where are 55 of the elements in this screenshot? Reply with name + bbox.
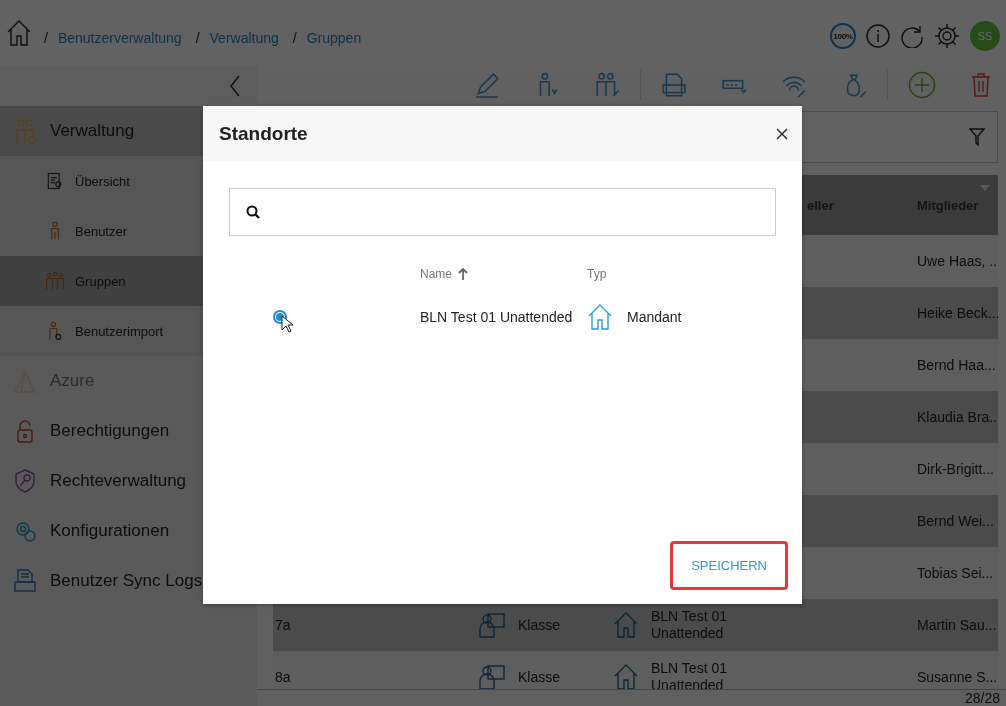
home-icon	[6, 19, 32, 47]
column-header[interactable]: Typ	[587, 267, 607, 281]
cursor-icon	[281, 315, 293, 333]
user-avatar[interactable]: SS	[970, 21, 1000, 51]
row-count: 28/28	[964, 690, 1000, 706]
refresh-icon[interactable]	[900, 24, 924, 48]
breadcrumb-separator: /	[195, 30, 200, 46]
table-cell-text: Martin Sau...	[916, 617, 998, 633]
save-button[interactable]: SPEICHERN	[670, 541, 788, 590]
search-field[interactable]	[229, 188, 776, 236]
search-icon	[246, 205, 260, 219]
add-icon[interactable]	[908, 70, 936, 99]
sidebar-section[interactable]: Konfigurationen	[0, 506, 257, 556]
table-cell: BLN Test 01 Unattended	[420, 309, 573, 325]
table-cell-text: 8a	[274, 669, 292, 685]
table-cell: Mandant	[627, 309, 682, 325]
info-icon[interactable]	[866, 24, 890, 48]
house-icon	[613, 663, 639, 689]
people-edit-icon[interactable]	[594, 71, 620, 98]
table-row[interactable]: 7a Klasse BLN Test 01 Unattended Martin Sau...	[273, 599, 998, 651]
shield-key-icon	[12, 468, 38, 494]
sidebar-section[interactable]: Rechteverwaltung	[0, 456, 257, 506]
table-cell: Klasse	[518, 617, 561, 633]
chevron-left-icon[interactable]	[229, 75, 241, 97]
table-cell: Klasse	[518, 669, 561, 685]
table-cell-text: Bernd Haa...	[916, 357, 997, 373]
breadcrumb-link[interactable]: Gruppen	[306, 30, 362, 46]
table-cell-text: Uwe Haas, ...	[916, 253, 998, 269]
filter-icon[interactable]	[969, 128, 985, 146]
close-icon[interactable]	[776, 128, 788, 140]
trash-icon[interactable]	[970, 71, 992, 98]
table-cell-text: BLN Test 01 Unattended	[651, 608, 728, 642]
pencil-icon[interactable]	[474, 71, 500, 98]
caret-icon[interactable]	[980, 185, 990, 191]
table-cell-text: Klaudia Bra...	[916, 409, 998, 425]
table-cell-text: Bernd Wei...	[916, 513, 995, 529]
house-icon	[613, 611, 639, 639]
teacher-board-icon	[478, 664, 506, 689]
table-cell-text: Tobias Sei...	[916, 565, 995, 581]
breadcrumb-link[interactable]: Verwaltung	[209, 30, 279, 46]
breadcrumb-separator: /	[292, 30, 297, 46]
sort-arrow-icon[interactable]	[458, 268, 468, 280]
table-cell-text: 7a	[274, 617, 292, 633]
teacher-board-icon	[478, 612, 506, 638]
settings-icon[interactable]	[934, 23, 960, 49]
table-cell-text: Dirk-Brigitt...	[916, 461, 995, 477]
table-cell-text: Heike Beck...	[916, 305, 998, 321]
sidebar-section[interactable]: Berechtigungen	[0, 406, 257, 456]
table-cell-text: Susanne S...	[916, 669, 998, 685]
zoom-badge[interactable]: 100%	[830, 23, 856, 49]
breadcrumb-separator: /	[44, 30, 48, 46]
breadcrumb-link[interactable]: Benutzerverwaltung	[57, 30, 182, 46]
sidebar-section[interactable]: Benutzer Sync Logs	[0, 556, 257, 606]
column-header[interactable]: Name	[420, 267, 452, 281]
house-icon	[587, 303, 613, 331]
